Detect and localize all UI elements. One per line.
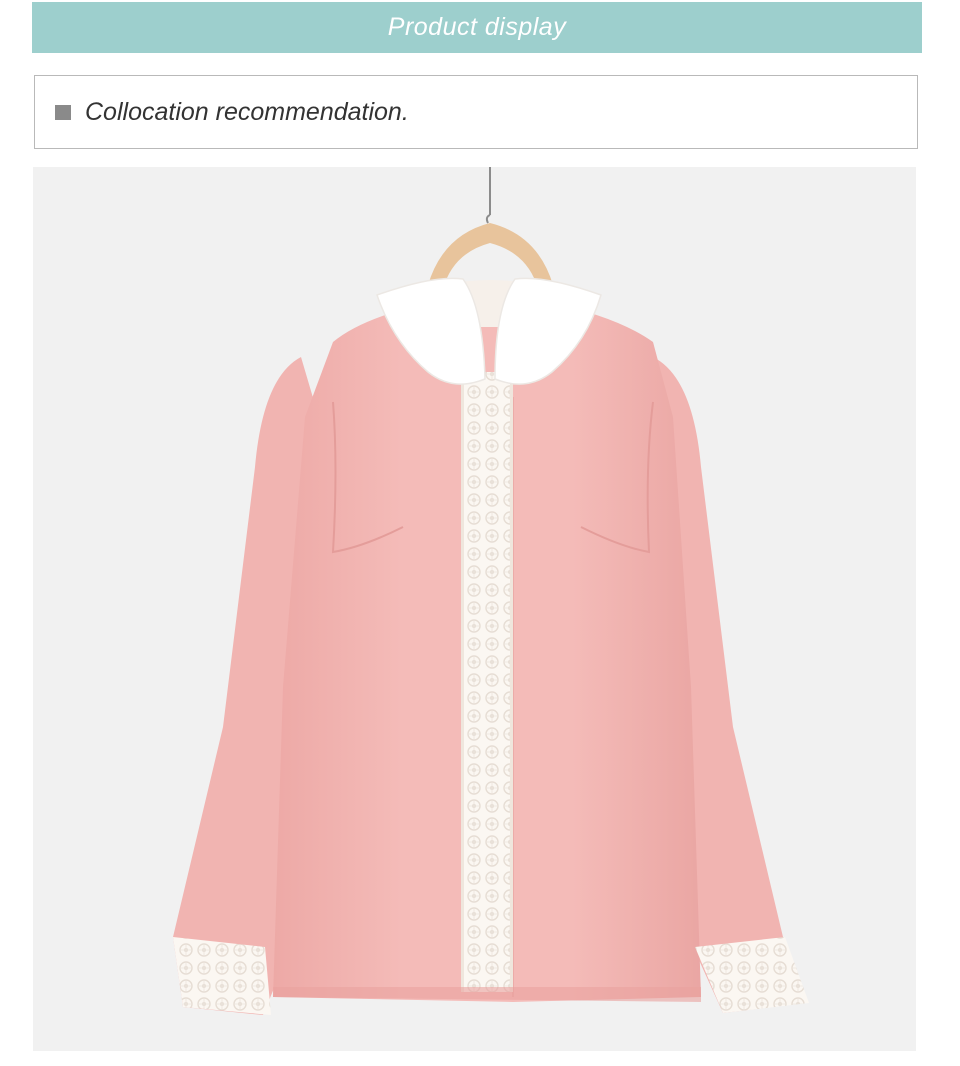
product-photo	[33, 167, 916, 1051]
product-display-banner: Product display	[32, 2, 922, 53]
lace-placket	[461, 372, 513, 992]
banner-title: Product display	[387, 13, 567, 41]
square-bullet-icon	[55, 104, 71, 120]
right-lace-cuff	[695, 937, 809, 1013]
pink-blouse-illustration	[173, 167, 809, 1015]
collocation-heading-box: Collocation recommendation.	[34, 75, 918, 149]
collocation-heading: Collocation recommendation.	[85, 97, 409, 126]
left-lace-cuff	[173, 937, 271, 1015]
hanger-hook	[485, 214, 491, 224]
